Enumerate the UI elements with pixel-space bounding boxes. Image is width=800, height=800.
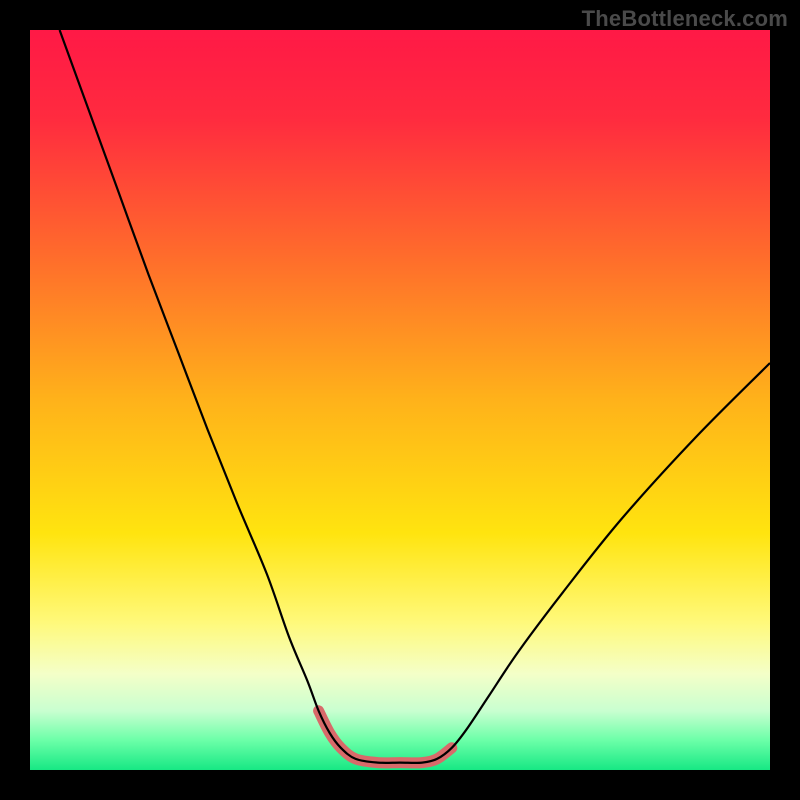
watermark-text: TheBottleneck.com xyxy=(582,6,788,32)
chart-svg xyxy=(30,30,770,770)
chart-frame: TheBottleneck.com xyxy=(0,0,800,800)
plot-area xyxy=(30,30,770,770)
gradient-background xyxy=(30,30,770,770)
